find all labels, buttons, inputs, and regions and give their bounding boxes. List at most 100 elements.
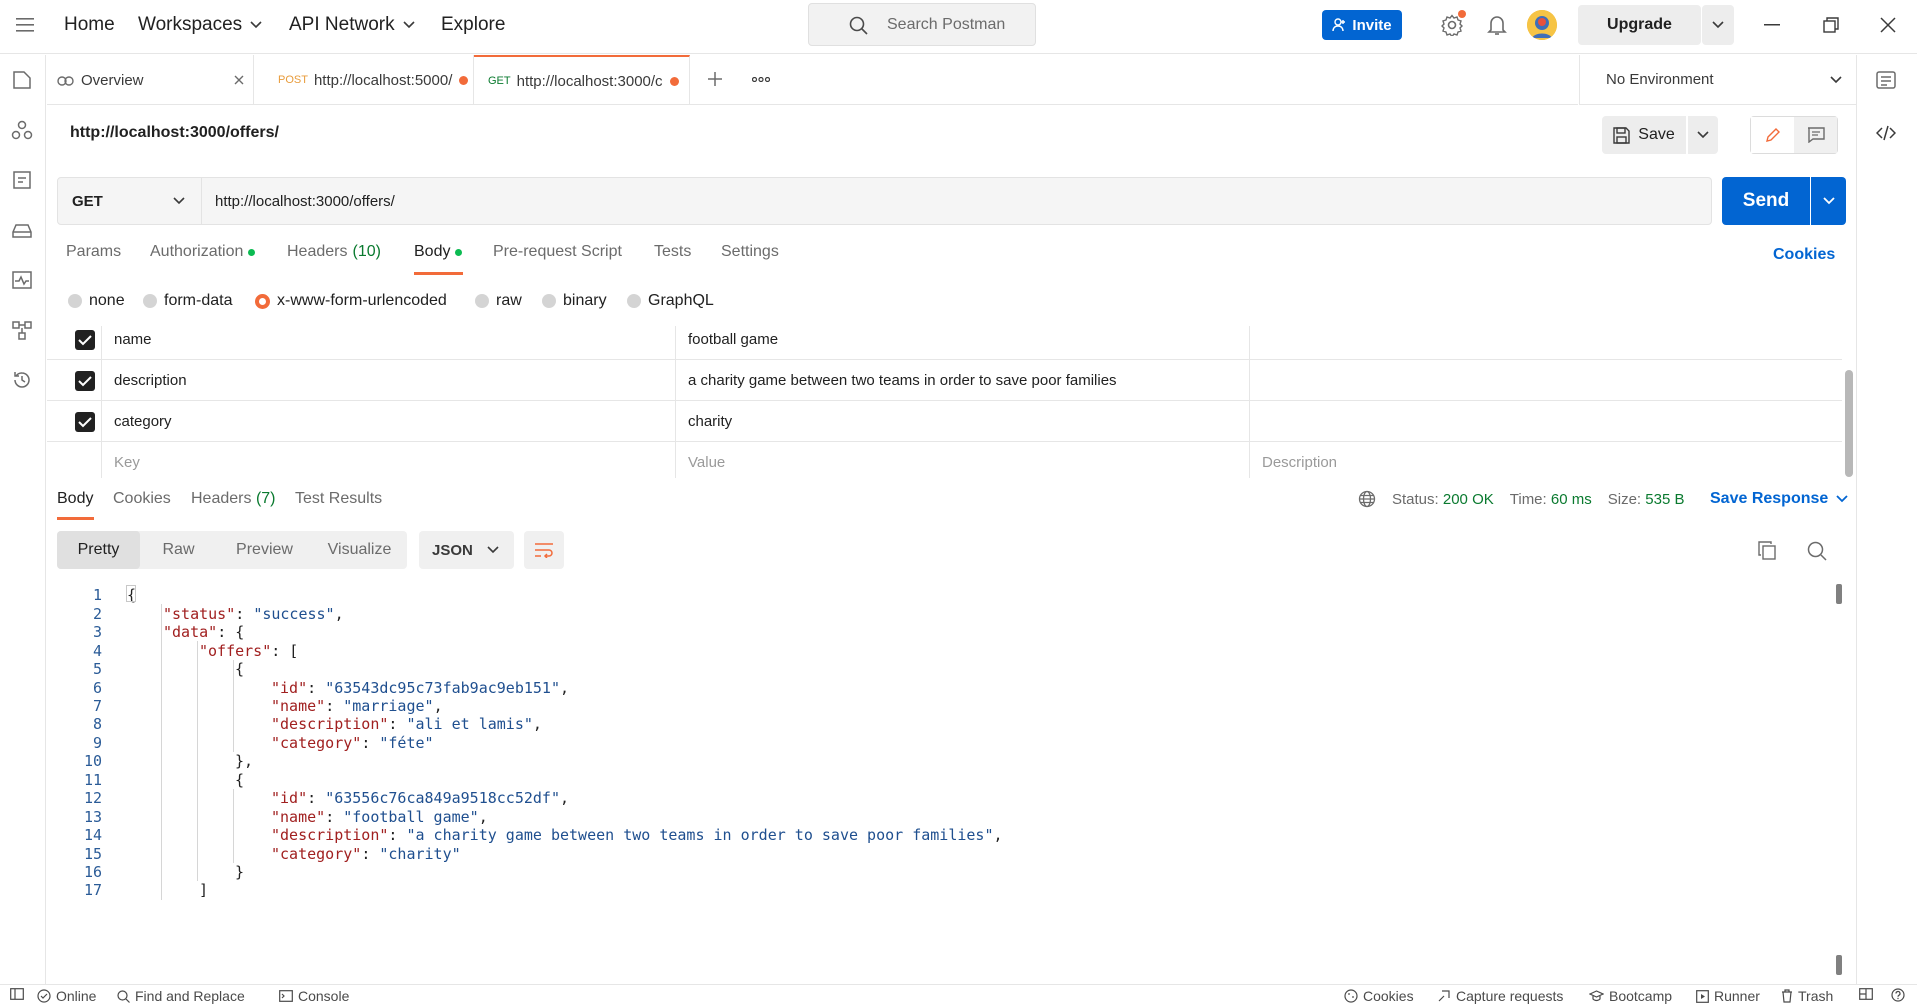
save-button[interactable]: Save xyxy=(1602,116,1686,154)
upgrade-button[interactable]: Upgrade xyxy=(1578,5,1701,45)
cookies-link[interactable]: Cookies xyxy=(1773,246,1835,264)
view-preview-button[interactable]: Preview xyxy=(217,531,312,569)
environment-select[interactable]: No Environment xyxy=(1579,55,1856,105)
description-cell[interactable] xyxy=(1249,360,1823,401)
radio-form-data[interactable]: form-data xyxy=(143,292,232,310)
settings-icon[interactable] xyxy=(1441,10,1466,36)
avatar[interactable] xyxy=(1527,10,1557,40)
upgrade-dropdown-button[interactable] xyxy=(1702,5,1734,45)
view-pretty-button[interactable]: Pretty xyxy=(57,531,140,569)
history-icon[interactable] xyxy=(11,369,35,393)
code-scrollbar-top[interactable] xyxy=(1836,584,1842,604)
radio-raw[interactable]: raw xyxy=(475,292,522,310)
nav-api-network[interactable]: API Network xyxy=(289,14,415,36)
globe-icon[interactable] xyxy=(1358,490,1376,508)
menu-icon[interactable] xyxy=(16,17,34,33)
method-select[interactable]: GET xyxy=(57,177,202,225)
mock-servers-icon[interactable] xyxy=(11,219,35,243)
value-cell[interactable]: a charity game between two teams in orde… xyxy=(675,360,1249,401)
response-tab-body[interactable]: Body xyxy=(57,490,93,508)
bootcamp-icon xyxy=(1589,990,1604,1002)
key-cell[interactable]: description xyxy=(101,360,675,401)
response-body-code[interactable]: 1{2 "status": "success", 3 "data": {4 "offer… xyxy=(57,584,1837,974)
help-icon[interactable] xyxy=(1891,988,1905,1002)
key-cell[interactable]: category xyxy=(101,401,675,442)
send-button[interactable]: Send xyxy=(1722,177,1810,225)
wrap-lines-button[interactable] xyxy=(524,531,564,569)
flows-icon[interactable] xyxy=(11,319,35,343)
find-replace-button[interactable]: Find and Replace xyxy=(117,988,245,1004)
more-tabs-icon[interactable] xyxy=(752,77,770,82)
tab-headers[interactable]: Headers (10) xyxy=(287,243,381,261)
view-raw-button[interactable]: Raw xyxy=(140,531,217,569)
collections-icon[interactable] xyxy=(11,69,35,93)
value-cell[interactable]: football game xyxy=(675,326,1249,360)
row-checkbox[interactable] xyxy=(75,330,95,350)
value-cell[interactable]: charity xyxy=(675,401,1249,442)
tab-prerequest-script[interactable]: Pre-request Script xyxy=(493,243,622,261)
code-scrollbar-bottom[interactable] xyxy=(1836,955,1842,975)
row-checkbox[interactable] xyxy=(75,412,95,432)
tab-overview[interactable]: Overview xyxy=(47,55,254,105)
key-placeholder[interactable]: Key xyxy=(101,442,675,478)
apis-icon[interactable] xyxy=(11,119,35,143)
request-title[interactable]: http://localhost:3000/offers/ xyxy=(70,124,279,142)
table-scrollbar[interactable] xyxy=(1845,370,1853,477)
tab-params[interactable]: Params xyxy=(66,243,121,261)
close-icon[interactable] xyxy=(234,75,244,85)
toggle-sidebar-icon[interactable] xyxy=(10,988,24,1000)
radio-binary[interactable]: binary xyxy=(542,292,607,310)
bootcamp-button[interactable]: Bootcamp xyxy=(1589,988,1672,1004)
description-cell[interactable] xyxy=(1249,401,1823,442)
tab-authorization[interactable]: Authorization xyxy=(150,243,256,261)
active-tab-indicator xyxy=(414,272,463,275)
invite-button[interactable]: Invite xyxy=(1322,10,1402,40)
tab-get-request[interactable]: GET http://localhost:3000/c xyxy=(474,55,690,105)
radio-graphql[interactable]: GraphQL xyxy=(627,292,714,310)
description-cell[interactable] xyxy=(1249,326,1823,360)
radio-x-www-form-urlencoded[interactable]: x-www-form-urlencoded xyxy=(255,292,447,310)
bell-icon[interactable] xyxy=(1487,14,1507,36)
response-tab-cookies[interactable]: Cookies xyxy=(113,490,171,508)
code-icon[interactable] xyxy=(1876,123,1896,143)
monitors-icon[interactable] xyxy=(11,269,35,293)
console-button[interactable]: Console xyxy=(279,988,349,1004)
edit-mode-button[interactable] xyxy=(1751,117,1794,153)
tab-post-request[interactable]: POST http://localhost:5000/ xyxy=(254,55,474,105)
capture-requests-button[interactable]: Capture requests xyxy=(1437,988,1563,1004)
tab-tests[interactable]: Tests xyxy=(654,243,691,261)
send-dropdown-button[interactable] xyxy=(1811,177,1846,225)
tab-body[interactable]: Body xyxy=(414,243,463,261)
close-window-icon[interactable] xyxy=(1880,17,1896,33)
url-input[interactable]: http://localhost:3000/offers/ xyxy=(202,177,1712,225)
search-response-icon[interactable] xyxy=(1807,541,1827,561)
view-visualize-button[interactable]: Visualize xyxy=(312,531,407,569)
nav-explore[interactable]: Explore xyxy=(441,14,505,36)
runner-button[interactable]: Runner xyxy=(1696,988,1760,1004)
copy-icon[interactable] xyxy=(1758,541,1776,560)
key-cell[interactable]: name xyxy=(101,326,675,360)
online-status[interactable]: Online xyxy=(37,988,96,1004)
nav-workspaces[interactable]: Workspaces xyxy=(138,14,262,36)
format-select[interactable]: JSON xyxy=(419,531,514,569)
description-placeholder[interactable]: Description xyxy=(1249,442,1823,478)
comments-button[interactable] xyxy=(1794,117,1837,153)
tab-settings[interactable]: Settings xyxy=(721,243,779,261)
footer-cookies-button[interactable]: Cookies xyxy=(1344,988,1414,1004)
value-placeholder[interactable]: Value xyxy=(675,442,1249,478)
restore-icon[interactable] xyxy=(1823,17,1839,33)
trash-button[interactable]: Trash xyxy=(1781,988,1833,1004)
radio-none[interactable]: none xyxy=(68,292,125,310)
save-response-button[interactable]: Save Response xyxy=(1710,490,1848,508)
environments-icon[interactable] xyxy=(11,169,35,193)
save-dropdown-button[interactable] xyxy=(1688,116,1718,154)
nav-home[interactable]: Home xyxy=(64,14,115,36)
response-tab-headers[interactable]: Headers (7) xyxy=(191,490,276,508)
row-checkbox[interactable] xyxy=(75,371,95,391)
minimize-icon[interactable] xyxy=(1764,24,1780,26)
response-tab-test-results[interactable]: Test Results xyxy=(295,490,382,508)
environment-quick-look-icon[interactable] xyxy=(1876,70,1896,90)
layout-icon[interactable] xyxy=(1859,988,1873,1000)
search-input[interactable]: Search Postman xyxy=(808,3,1036,46)
new-tab-icon[interactable] xyxy=(707,71,723,87)
